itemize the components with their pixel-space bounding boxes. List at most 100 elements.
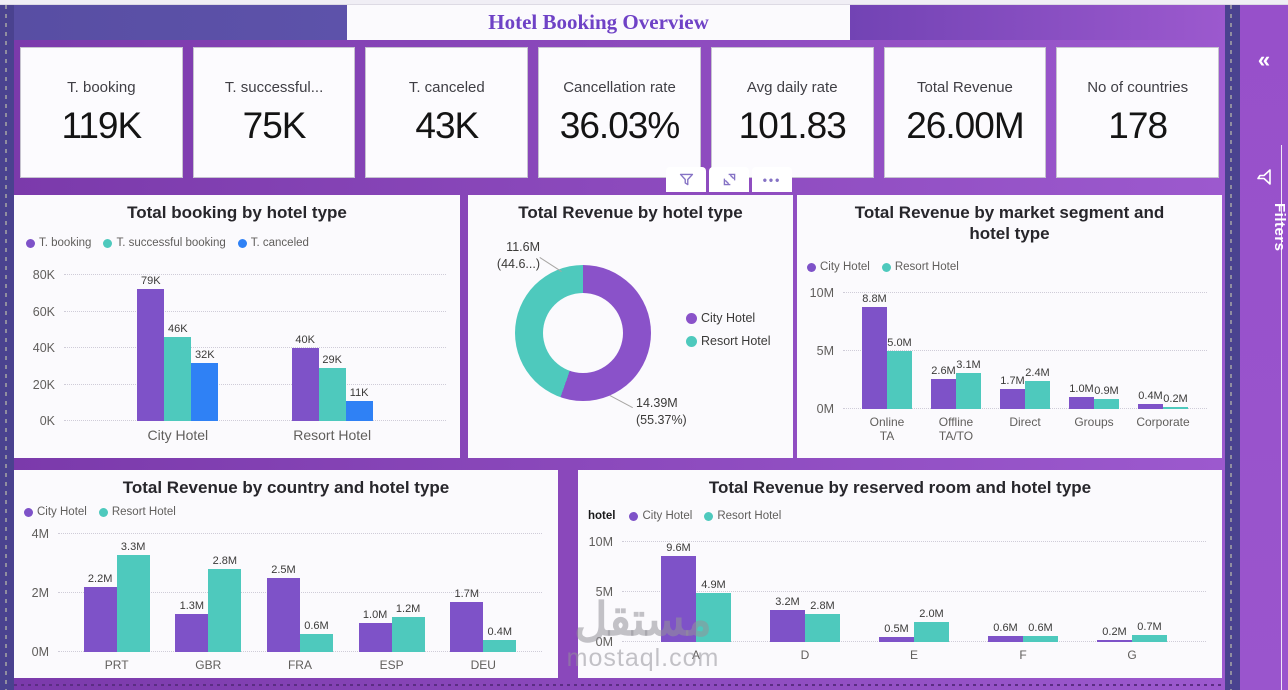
bar[interactable]	[1094, 399, 1119, 409]
chart-total-revenue-by-hotel-type[interactable]: Total Revenue by hotel type 11.6M (44.6.…	[468, 195, 793, 458]
bar-group: 1.7M0.4MDEU	[450, 534, 516, 652]
kpi-card-total-booking[interactable]: T. booking 119K	[20, 47, 183, 178]
legend-item[interactable]: City Hotel	[807, 261, 870, 273]
kpi-value: 119K	[62, 105, 142, 147]
chart-total-revenue-by-market-segment[interactable]: Total Revenue by market segment and hote…	[797, 195, 1222, 458]
bar[interactable]	[1069, 397, 1094, 409]
bar[interactable]	[1138, 404, 1163, 409]
legend-item[interactable]: City Hotel	[629, 510, 692, 522]
chart-total-booking-by-hotel-type[interactable]: Total booking by hotel type T. booking T.…	[14, 195, 460, 458]
bar[interactable]	[988, 636, 1023, 642]
kpi-card-canceled[interactable]: T. canceled 43K	[365, 47, 528, 178]
kpi-value: 101.83	[739, 105, 846, 147]
bar[interactable]	[175, 614, 208, 652]
legend-item[interactable]: Resort Hotel	[99, 506, 176, 518]
bar[interactable]	[1025, 381, 1050, 409]
bar[interactable]	[1132, 635, 1167, 642]
bar-group: 1.3M2.8MGBR	[175, 534, 241, 652]
plot-area: 0K20K40K60K80K79K46K32KCity Hotel40K29K1…	[64, 275, 446, 421]
legend-item[interactable]: Resort Hotel	[686, 334, 770, 348]
bar[interactable]	[208, 569, 241, 652]
bar[interactable]	[300, 634, 333, 652]
bar[interactable]	[292, 348, 319, 421]
chart-total-revenue-by-reserved-room[interactable]: Total Revenue by reserved room and hotel…	[578, 470, 1222, 678]
donut-chart[interactable]	[515, 265, 651, 401]
kpi-card-no-of-countries[interactable]: No of countries 178	[1056, 47, 1219, 178]
kpi-label: Avg daily rate	[747, 79, 838, 96]
kpi-card-avg-daily-rate[interactable]: Avg daily rate 101.83	[711, 47, 874, 178]
filter-icon	[1254, 167, 1274, 187]
kpi-card-total-revenue[interactable]: Total Revenue 26.00M	[884, 47, 1047, 178]
bar[interactable]	[862, 307, 887, 409]
bar-wrap: 0.9M	[1094, 293, 1119, 409]
bar-value-label: 3.3M	[121, 541, 145, 553]
legend-label: City Hotel	[701, 311, 755, 325]
bar-group: 8.8M5.0MOnline TA	[862, 293, 912, 409]
filters-pane[interactable]: « Filters	[1240, 5, 1288, 690]
bar-wrap: 1.0M	[359, 534, 392, 652]
legend-dot	[686, 313, 697, 324]
bar-wrap: 2.8M	[805, 542, 840, 642]
bar-value-label: 2.4M	[1025, 367, 1049, 379]
bar-value-label: 2.0M	[919, 608, 943, 620]
bar[interactable]	[191, 363, 218, 421]
legend-item[interactable]: Resort Hotel	[882, 261, 959, 273]
kpi-card-cancellation-rate[interactable]: Cancellation rate 36.03%	[538, 47, 701, 178]
legend-item[interactable]: T. canceled	[238, 237, 309, 249]
category-label: ESP	[380, 658, 404, 672]
bar[interactable]	[164, 337, 191, 421]
bar[interactable]	[770, 610, 805, 642]
bar[interactable]	[137, 289, 164, 421]
bar-group: 1.0M1.2MESP	[359, 534, 425, 652]
bar[interactable]	[696, 593, 731, 642]
bar[interactable]	[392, 617, 425, 652]
bar[interactable]	[117, 555, 150, 652]
bar[interactable]	[267, 578, 300, 652]
chart-title: Total booking by hotel type	[14, 195, 460, 223]
legend-item[interactable]: City Hotel	[686, 311, 755, 325]
bar[interactable]	[346, 401, 373, 421]
bar[interactable]	[1097, 640, 1132, 642]
bar-wrap: 9.6M	[661, 542, 696, 642]
category-label: A	[692, 648, 700, 662]
bar[interactable]	[1000, 389, 1025, 409]
bar[interactable]	[483, 640, 516, 652]
bar[interactable]	[914, 622, 949, 642]
bar[interactable]	[84, 587, 117, 652]
bar-wrap: 29K	[319, 275, 346, 421]
kpi-card-successful-booking[interactable]: T. successful... 75K	[193, 47, 356, 178]
category-label: Groups	[1074, 415, 1113, 429]
bar[interactable]	[956, 373, 981, 409]
bar-value-label: 79K	[141, 275, 161, 287]
legend-item[interactable]: T. successful booking	[103, 237, 225, 249]
bar-group: 2.5M0.6MFRA	[267, 534, 333, 652]
bar[interactable]	[887, 351, 912, 409]
bar[interactable]	[661, 556, 696, 642]
chart-total-revenue-by-country[interactable]: Total Revenue by country and hotel type …	[14, 470, 558, 678]
bar[interactable]	[359, 623, 392, 653]
legend-dot	[103, 239, 112, 248]
kpi-value: 43K	[415, 105, 478, 147]
legend-label: City Hotel	[820, 261, 870, 273]
bar[interactable]	[879, 637, 914, 642]
bar-value-label: 46K	[168, 323, 188, 335]
chart-legend: City Hotel Resort Hotel	[24, 506, 176, 518]
bar[interactable]	[805, 614, 840, 642]
more-options-tab[interactable]: •••	[752, 167, 792, 192]
focus-mode-tab[interactable]	[709, 167, 749, 192]
bar-wrap: 0.4M	[1138, 293, 1163, 409]
bar[interactable]	[1163, 407, 1188, 409]
bar[interactable]	[450, 602, 483, 652]
bar[interactable]	[931, 379, 956, 409]
legend-item[interactable]: City Hotel	[24, 506, 87, 518]
legend-item[interactable]: T. booking	[26, 237, 91, 249]
bar[interactable]	[319, 368, 346, 421]
bar-wrap: 4.9M	[696, 542, 731, 642]
filter-tab[interactable]	[666, 167, 706, 192]
legend-item[interactable]: Resort Hotel	[704, 510, 781, 522]
collapse-pane-button[interactable]: «	[1240, 47, 1288, 73]
bar-group: 0.6M0.6MF	[988, 542, 1058, 642]
category-label: Offline TA/TO	[939, 415, 973, 444]
chart-title: Total Revenue by market segment and hote…	[797, 195, 1222, 245]
bar[interactable]	[1023, 636, 1058, 642]
